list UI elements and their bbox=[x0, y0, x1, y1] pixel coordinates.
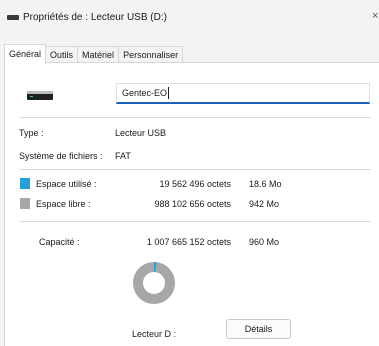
divider bbox=[20, 221, 371, 222]
tab-general[interactable]: Général bbox=[4, 44, 47, 64]
used-space-label: Espace utilisé : bbox=[36, 179, 97, 189]
drive-title-icon bbox=[7, 15, 19, 20]
capacity-size: 960 Mo bbox=[249, 237, 280, 247]
tab-strip: Général Outils Matériel Personnaliser bbox=[4, 44, 184, 64]
tab-customize[interactable]: Personnaliser bbox=[118, 46, 184, 63]
divider bbox=[20, 117, 371, 118]
usage-donut-chart bbox=[133, 262, 175, 304]
text-caret bbox=[168, 87, 169, 99]
usb-drive-icon bbox=[27, 91, 53, 100]
capacity-bytes: 1 007 665 152 octets bbox=[146, 237, 231, 247]
free-space-size: 942 Mo bbox=[249, 199, 280, 209]
type-label: Type : bbox=[19, 128, 44, 138]
divider bbox=[20, 169, 371, 170]
used-space-bytes: 19 562 496 octets bbox=[159, 179, 231, 189]
free-space-swatch bbox=[20, 198, 30, 209]
type-value: Lecteur USB bbox=[115, 128, 167, 138]
filesystem-label: Système de fichiers : bbox=[19, 151, 103, 161]
filesystem-value: FAT bbox=[115, 151, 131, 161]
capacity-label: Capacité : bbox=[39, 237, 80, 247]
free-space-label: Espace libre : bbox=[36, 199, 91, 209]
title-bar: Propriétés de : Lecteur USB (D:) × bbox=[0, 0, 379, 36]
general-panel: Gentec-EO Type : Lecteur USB Système de … bbox=[4, 62, 379, 346]
properties-window: Propriétés de : Lecteur USB (D:) × Génér… bbox=[0, 0, 379, 346]
used-space-size: 18.6 Mo bbox=[249, 179, 282, 189]
window-title: Propriétés de : Lecteur USB (D:) bbox=[23, 12, 167, 23]
tab-hardware[interactable]: Matériel bbox=[77, 46, 120, 63]
drive-letter-label: Lecteur D : bbox=[132, 329, 177, 339]
volume-name-input[interactable]: Gentec-EO bbox=[116, 83, 370, 104]
tab-tools[interactable]: Outils bbox=[45, 46, 79, 63]
close-icon[interactable]: × bbox=[372, 10, 379, 22]
details-button[interactable]: Détails bbox=[226, 319, 291, 339]
used-space-swatch bbox=[20, 178, 30, 189]
volume-name-value: Gentec-EO bbox=[122, 88, 168, 98]
free-space-bytes: 988 102 656 octets bbox=[154, 199, 231, 209]
